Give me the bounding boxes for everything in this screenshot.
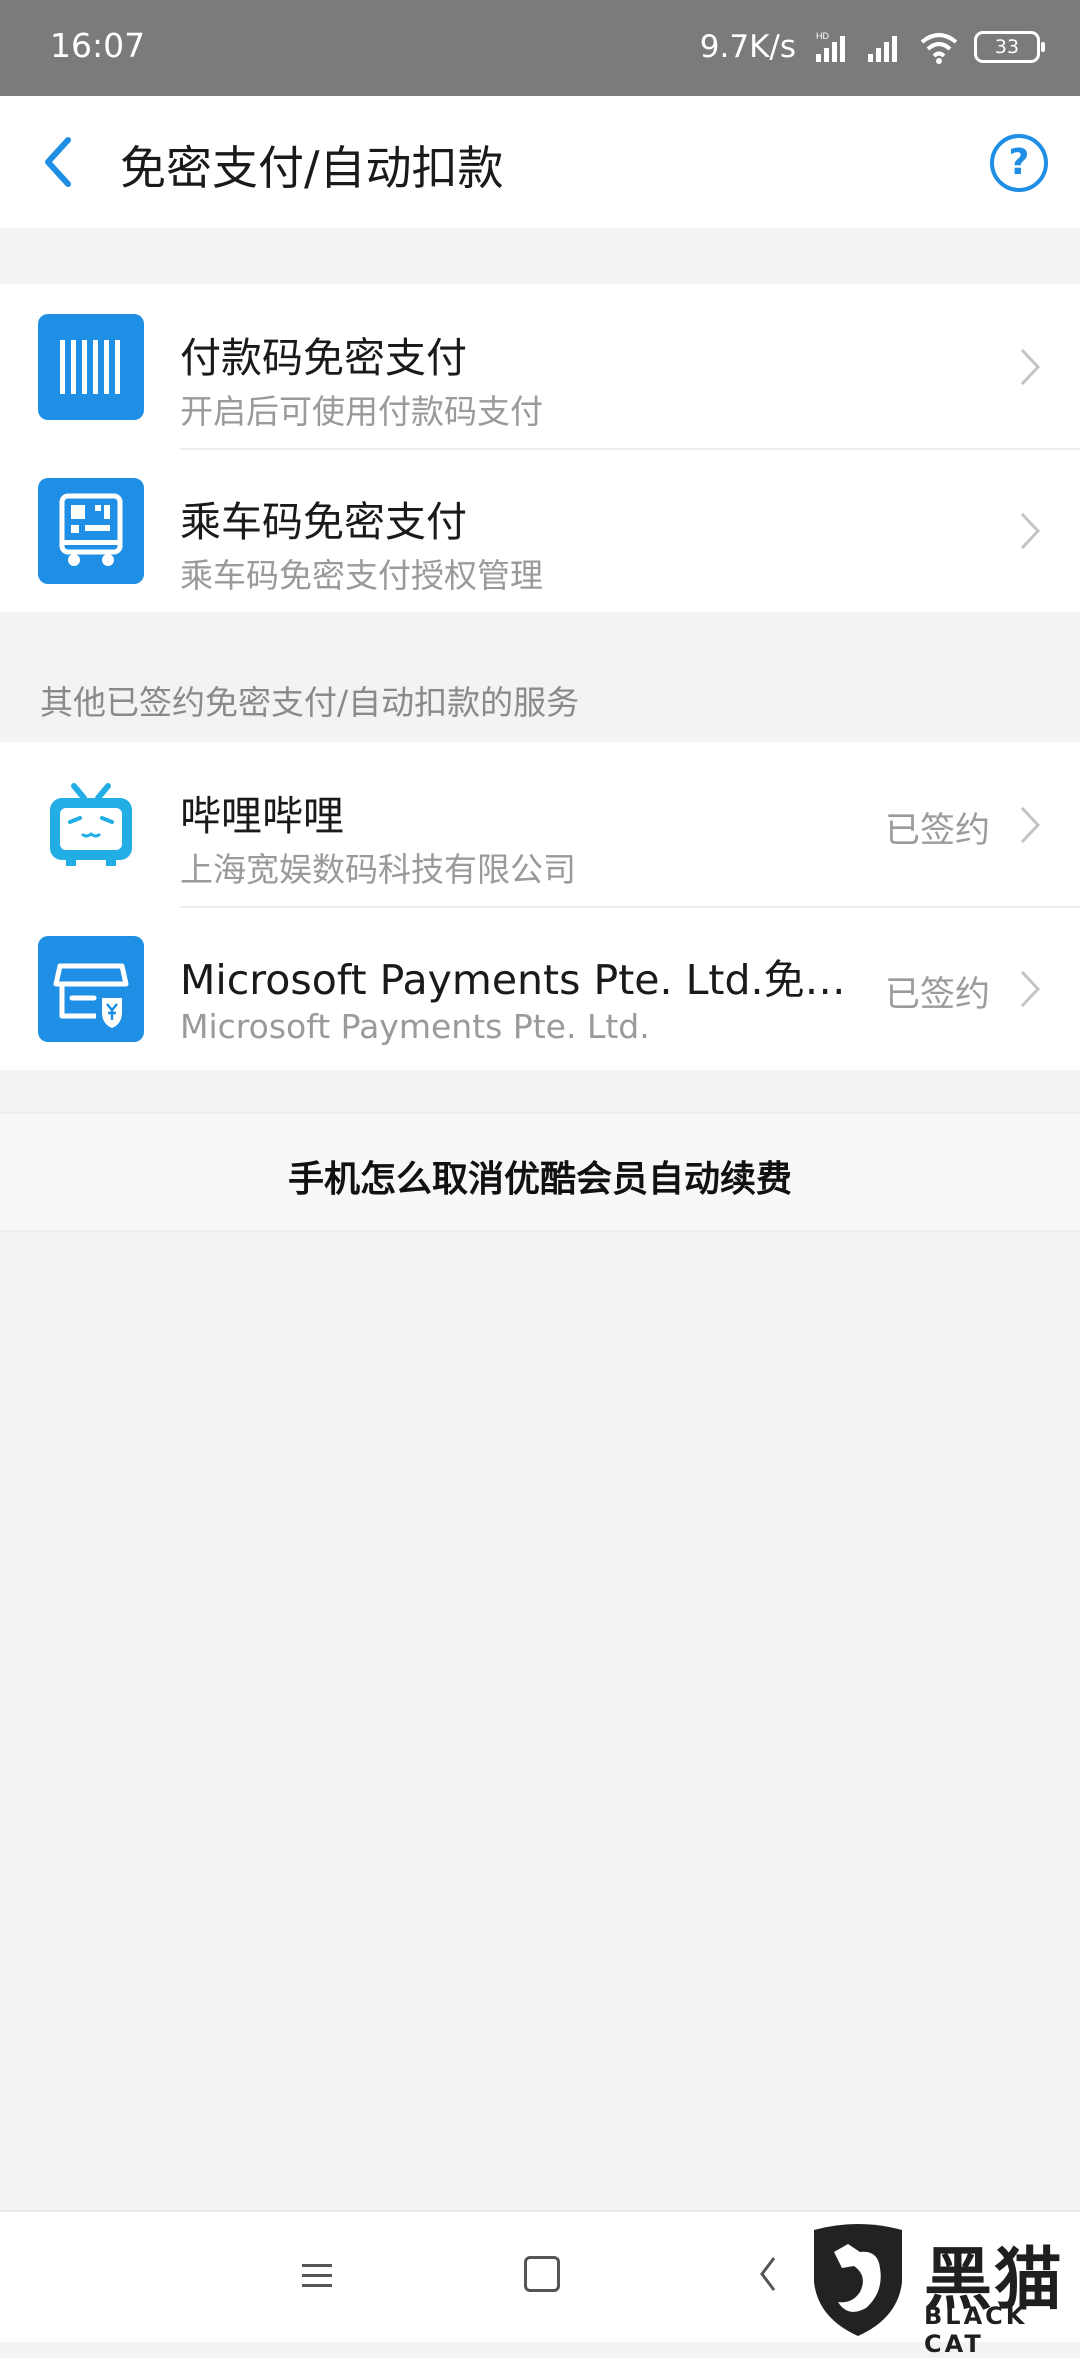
- chevron-right-icon: [1020, 806, 1041, 844]
- status-badge: 已签约: [884, 811, 990, 851]
- status-time: 16:07: [50, 26, 146, 65]
- status-bar: 16:07 9.7K/s HD 33: [0, 0, 1080, 96]
- back-arrow-icon[interactable]: [36, 132, 86, 192]
- ad-banner-text: 手机怎么取消优酷会员自动续费: [287, 1159, 792, 1200]
- section-label: 其他已签约免密支付/自动扣款的服务: [40, 683, 580, 722]
- wifi-icon: [920, 33, 958, 64]
- status-indicators: 9.7K/s HD 33: [699, 22, 1045, 72]
- help-icon[interactable]: ?: [990, 134, 1048, 192]
- ad-banner[interactable]: 手机怎么取消优酷会员自动续费: [0, 1112, 1080, 1232]
- signed-services-list: 哔哩哔哩 上海宽娱数码科技有限公司 已签约 Microsoft Payments…: [0, 742, 1080, 1070]
- app-header: 免密支付/自动扣款 ?: [0, 96, 1080, 228]
- store-yuan-icon: [38, 936, 144, 1042]
- cellular-signal-2-icon: [868, 36, 897, 62]
- list-item-transit-code[interactable]: 乘车码免密支付 乘车码免密支付授权管理: [0, 448, 1080, 612]
- divider: [180, 448, 1080, 450]
- chevron-right-icon: [1020, 512, 1041, 550]
- home-icon[interactable]: [524, 2256, 560, 2292]
- item-subtitle: Microsoft Payments Pte. Ltd.: [180, 1007, 650, 1046]
- watermark-text-en: BLACK CAT: [924, 2302, 1028, 2358]
- status-badge: 已签约: [884, 975, 990, 1015]
- black-cat-shield-icon: [814, 2224, 902, 2336]
- svg-text:HD: HD: [816, 31, 829, 41]
- list-item-bilibili[interactable]: 哔哩哔哩 上海宽娱数码科技有限公司 已签约: [0, 742, 1080, 906]
- divider: [180, 906, 1080, 908]
- nav-back-icon[interactable]: [758, 2256, 778, 2292]
- recent-apps-icon[interactable]: [300, 2260, 334, 2290]
- cellular-signal-icon: HD: [816, 31, 845, 62]
- battery-icon: 33: [974, 31, 1045, 63]
- page-title: 免密支付/自动扣款: [120, 141, 504, 195]
- item-title: 哔哩哔哩: [180, 792, 344, 840]
- list-item-payment-code[interactable]: 付款码免密支付 开启后可使用付款码支付: [0, 284, 1080, 448]
- chevron-right-icon: [1020, 348, 1041, 386]
- item-subtitle: 上海宽娱数码科技有限公司: [180, 850, 576, 889]
- black-cat-watermark: 黑猫 BLACK CAT: [808, 2222, 1078, 2358]
- bus-qr-icon: [38, 478, 144, 584]
- network-speed: 9.7K/s: [699, 29, 796, 65]
- item-title: Microsoft Payments Pte. Ltd.免…: [180, 956, 846, 1004]
- list-item-microsoft[interactable]: Microsoft Payments Pte. Ltd.免… Microsoft…: [0, 906, 1080, 1070]
- item-title: 乘车码免密支付: [180, 498, 467, 546]
- bilibili-tv-icon: [38, 772, 144, 878]
- item-subtitle: 乘车码免密支付授权管理: [180, 556, 543, 595]
- item-title: 付款码免密支付: [180, 334, 467, 382]
- primary-services-list: 付款码免密支付 开启后可使用付款码支付 乘车码免密支付 乘车码免密支付授权管理: [0, 284, 1080, 612]
- chevron-right-icon: [1020, 970, 1041, 1008]
- item-subtitle: 开启后可使用付款码支付: [180, 392, 543, 431]
- barcode-icon: [38, 314, 144, 420]
